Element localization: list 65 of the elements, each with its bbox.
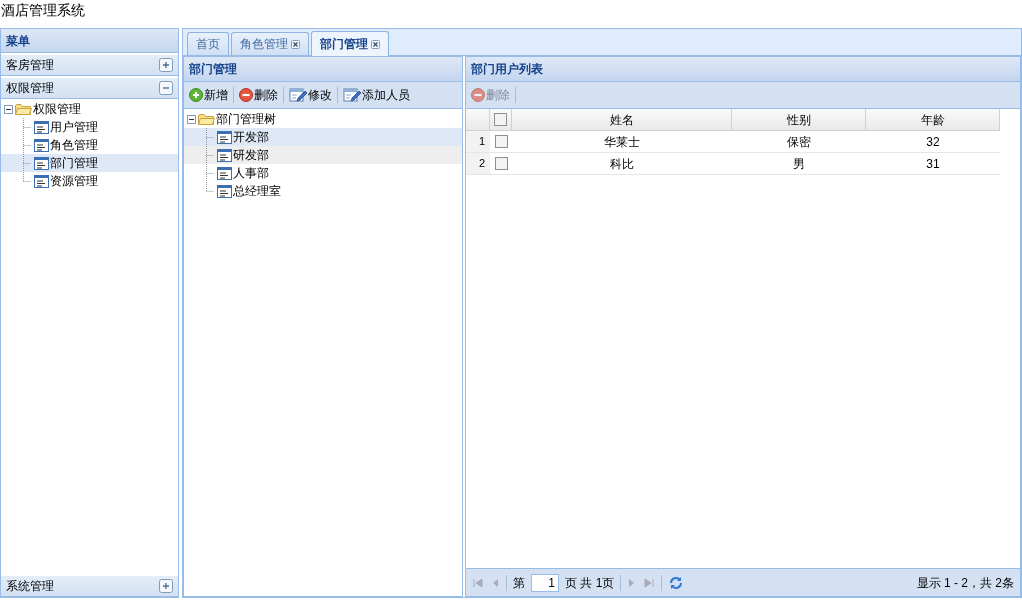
tree-item[interactable]: 部门管理 — [1, 154, 178, 172]
toolbar-button[interactable]: 修改 — [288, 84, 333, 106]
accordion-header[interactable]: 系统管理 — [1, 576, 178, 597]
table-cell-text: 保密 — [786, 133, 812, 151]
page-label: 第 — [513, 574, 525, 592]
document-icon — [217, 184, 232, 198]
edit-icon — [343, 87, 361, 103]
tree-item[interactable]: 用户管理 — [1, 118, 178, 136]
add-icon — [189, 88, 203, 102]
tree-item[interactable]: 资源管理 — [1, 172, 178, 190]
column-header[interactable]: 姓名 — [512, 109, 732, 130]
page-count: 页 共 1页 — [565, 574, 615, 592]
page-input[interactable]: 1 — [531, 573, 559, 592]
tab[interactable]: 角色管理 — [231, 32, 309, 55]
table-cell-text: 男 — [792, 155, 806, 173]
tree-node[interactable]: 权限管理 — [33, 100, 81, 118]
last-page-icon — [643, 576, 656, 589]
document-icon — [217, 148, 232, 162]
first-page-icon — [472, 576, 484, 589]
column-header[interactable]: 年龄 — [866, 109, 1000, 130]
remove-icon — [471, 88, 485, 102]
accordion-header[interactable]: 客房管理 — [1, 55, 178, 76]
toolbar-button: 删除 — [470, 84, 511, 106]
expand-icon — [159, 579, 173, 593]
folder-icon — [15, 102, 32, 116]
panel-title: 菜单 — [6, 32, 30, 50]
tree-node[interactable]: 部门管理树 — [216, 110, 276, 128]
tree-item[interactable]: 总经理室 — [184, 182, 462, 200]
toolbar-button[interactable]: 删除 — [238, 84, 279, 106]
toolbar-button[interactable]: 新增 — [188, 84, 229, 106]
checkbox[interactable] — [494, 157, 508, 170]
row-number: 2 — [466, 153, 490, 174]
checkbox[interactable] — [494, 113, 507, 126]
refresh-icon — [668, 574, 685, 591]
table-cell-text: 32 — [925, 133, 941, 151]
tree-item[interactable]: 人事部 — [184, 164, 462, 182]
close-icon — [291, 39, 300, 49]
edit-icon — [289, 87, 307, 103]
remove-icon — [239, 88, 253, 102]
panel-title: 部门用户列表 — [471, 61, 543, 78]
row-number: 1 — [466, 131, 490, 152]
document-icon — [34, 174, 49, 188]
tree-item[interactable]: 开发部 — [184, 128, 462, 146]
app-title: 酒店管理系统 — [1, 2, 85, 18]
expand-icon — [159, 58, 173, 72]
page-summary: 显示 1 - 2，共 2条 — [916, 574, 1014, 592]
accordion-header[interactable]: 权限管理 — [1, 78, 178, 99]
tab[interactable]: 首页 — [187, 32, 229, 55]
document-icon — [217, 166, 232, 180]
checkbox[interactable] — [494, 135, 508, 148]
table-cell-text: 科比 — [609, 155, 635, 173]
document-icon — [34, 156, 49, 170]
tree-item[interactable]: 研发部 — [184, 146, 462, 164]
folder-icon — [198, 112, 215, 126]
tab[interactable]: 部门管理 — [311, 31, 389, 56]
toolbar-button[interactable]: 添加人员 — [342, 84, 411, 106]
panel-title: 部门管理 — [189, 61, 237, 78]
collapse-icon — [159, 81, 173, 95]
close-icon — [371, 39, 380, 49]
column-header[interactable]: 性别 — [732, 109, 866, 130]
document-icon — [34, 138, 49, 152]
table-cell-text: 31 — [925, 155, 941, 173]
document-icon — [34, 120, 49, 134]
table-cell-text: 华莱士 — [603, 133, 641, 151]
document-icon — [217, 130, 232, 144]
